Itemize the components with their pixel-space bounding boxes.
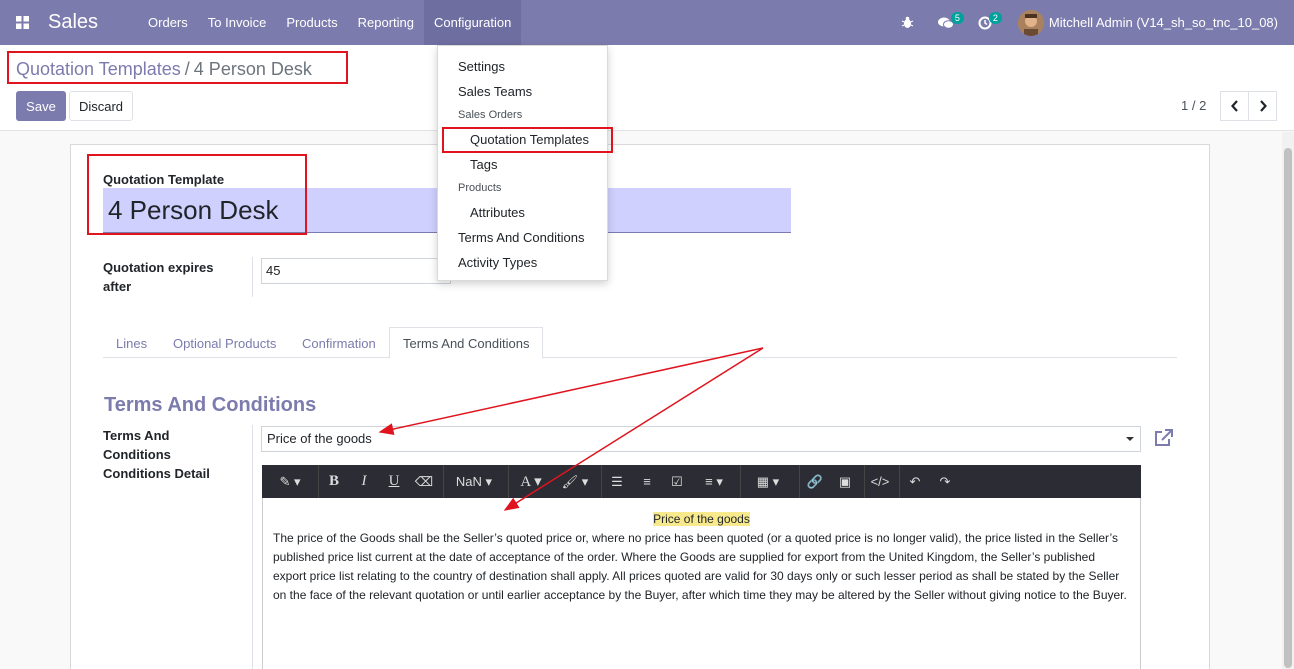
annotation-arrow-to-editor <box>503 347 764 511</box>
annotation-arrows <box>378 347 764 511</box>
annotation-arrow-to-select <box>378 347 764 435</box>
